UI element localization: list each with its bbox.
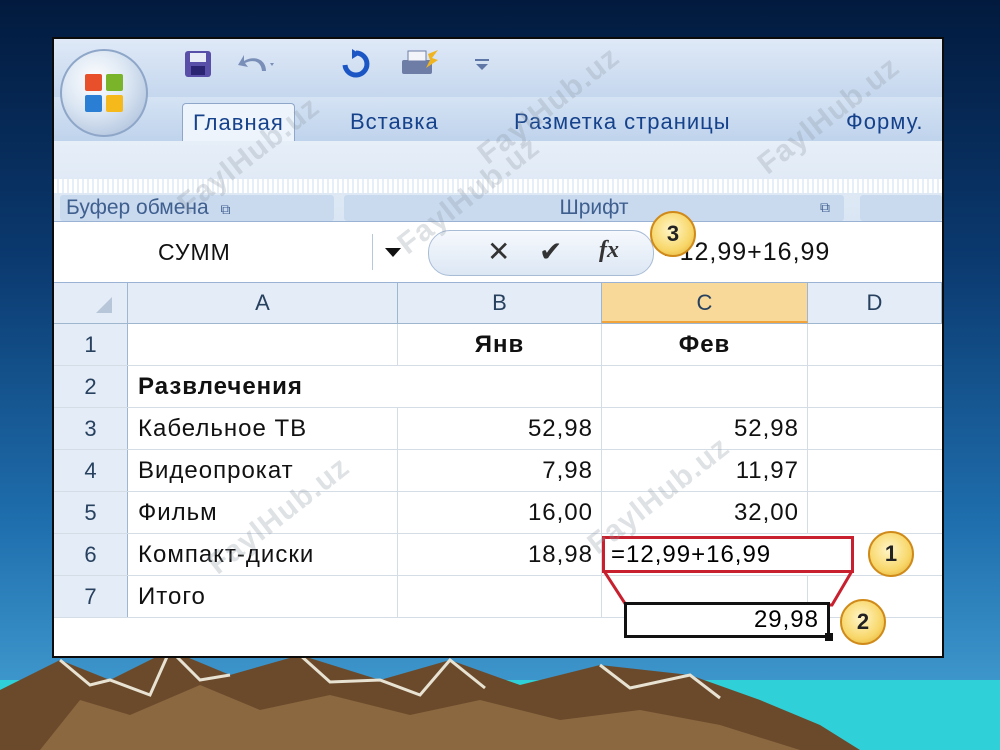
undo-icon[interactable] — [234, 47, 278, 81]
cell-a1[interactable] — [128, 324, 398, 365]
customize-qat-icon[interactable] — [468, 47, 496, 81]
group-font: Шрифт — [344, 195, 844, 221]
formula-buttons: ✕ ✔ fx — [428, 230, 654, 276]
ribbon-divider — [54, 179, 942, 193]
insert-function-icon[interactable]: fx — [599, 237, 619, 264]
row-header[interactable]: 4 — [54, 450, 128, 491]
cell-c1[interactable]: Фев — [602, 324, 808, 365]
cell-a6[interactable]: Компакт-диски — [128, 534, 398, 575]
cell-a7[interactable]: Итого — [128, 576, 398, 617]
row-header[interactable]: 2 — [54, 366, 128, 407]
column-header-c[interactable]: C — [602, 283, 808, 323]
formula-bar: СУММ ✕ ✔ fx =12,99+16,99 — [54, 222, 942, 283]
cell-b5[interactable]: 16,00 — [398, 492, 602, 533]
row-header[interactable]: 5 — [54, 492, 128, 533]
cell-b7[interactable] — [398, 576, 602, 617]
table-row: 6 Компакт-диски 18,98 =12,99+16,99 — [54, 534, 942, 576]
table-row: 3 Кабельное ТВ 52,98 52,98 — [54, 408, 942, 450]
cancel-icon[interactable]: ✕ — [487, 235, 510, 268]
group-clipboard: Буфер обмена ⧉ — [60, 195, 334, 221]
name-box-dropdown[interactable] — [372, 234, 413, 270]
select-all-corner[interactable] — [54, 283, 128, 323]
office-button[interactable] — [60, 49, 148, 137]
fill-handle[interactable] — [825, 633, 833, 641]
tab-insert[interactable]: Вставка — [350, 103, 439, 141]
table-row: 5 Фильм 16,00 32,00 — [54, 492, 942, 534]
font-launcher-icon[interactable]: ⧉ — [820, 199, 830, 216]
redo-icon[interactable] — [336, 47, 376, 81]
cell-a4[interactable]: Видеопрокат — [128, 450, 398, 491]
row-header[interactable]: 6 — [54, 534, 128, 575]
cell-b2[interactable] — [398, 366, 602, 407]
tab-home[interactable]: Главная — [182, 103, 295, 142]
cell-c5[interactable]: 32,00 — [602, 492, 808, 533]
cell-c3[interactable]: 52,98 — [602, 408, 808, 449]
office-logo-icon — [85, 74, 123, 112]
name-box[interactable]: СУММ — [58, 232, 368, 272]
excel-window: Главная Вставка Разметка страницы Форму.… — [52, 37, 944, 658]
table-row: 1 Янв Фев — [54, 324, 942, 366]
table-row: 4 Видеопрокат 7,98 11,97 — [54, 450, 942, 492]
result-value: 29,98 — [753, 606, 819, 633]
save-icon[interactable] — [178, 47, 218, 81]
tab-page-layout[interactable]: Разметка страницы — [514, 103, 731, 141]
column-header-row: A B C D — [54, 283, 942, 324]
cell-b1[interactable]: Янв — [398, 324, 602, 365]
chevron-down-icon — [385, 248, 401, 257]
cell-a3[interactable]: Кабельное ТВ — [128, 408, 398, 449]
cell-b6[interactable]: 18,98 — [398, 534, 602, 575]
result-cell[interactable]: 29,98 — [624, 602, 833, 641]
row-header[interactable]: 1 — [54, 324, 128, 365]
row-header[interactable]: 3 — [54, 408, 128, 449]
cell-c4[interactable]: 11,97 — [602, 450, 808, 491]
column-header-d[interactable]: D — [808, 283, 942, 323]
callout-1: 1 — [868, 531, 914, 577]
cell-a2[interactable]: Развлечения — [128, 366, 398, 407]
callout-3: 3 — [650, 211, 696, 257]
enter-icon[interactable]: ✔ — [539, 235, 562, 268]
cell-a5[interactable]: Фильм — [128, 492, 398, 533]
cell-c6-editing[interactable]: =12,99+16,99 — [602, 536, 854, 573]
cell-b3[interactable]: 52,98 — [398, 408, 602, 449]
ribbon-panel: Буфер обмена ⧉ Шрифт ⧉ — [54, 141, 942, 222]
cell-c2[interactable] — [602, 366, 808, 407]
group-clipboard-label: Буфер обмена — [66, 196, 209, 219]
table-row: 2 Развлечения — [54, 366, 942, 408]
column-header-a[interactable]: A — [128, 283, 398, 323]
clipboard-launcher-icon[interactable]: ⧉ — [221, 201, 231, 217]
print-icon[interactable] — [396, 47, 444, 81]
tab-formulas[interactable]: Форму. — [846, 103, 923, 141]
group-next — [860, 195, 942, 221]
row-header[interactable]: 7 — [54, 576, 128, 617]
cell-b4[interactable]: 7,98 — [398, 450, 602, 491]
callout-2: 2 — [840, 599, 886, 645]
ribbon-tabs: Главная Вставка Разметка страницы Форму. — [54, 97, 942, 142]
group-font-label: Шрифт — [559, 196, 629, 219]
quick-access-toolbar — [54, 39, 942, 97]
column-header-b[interactable]: B — [398, 283, 602, 323]
